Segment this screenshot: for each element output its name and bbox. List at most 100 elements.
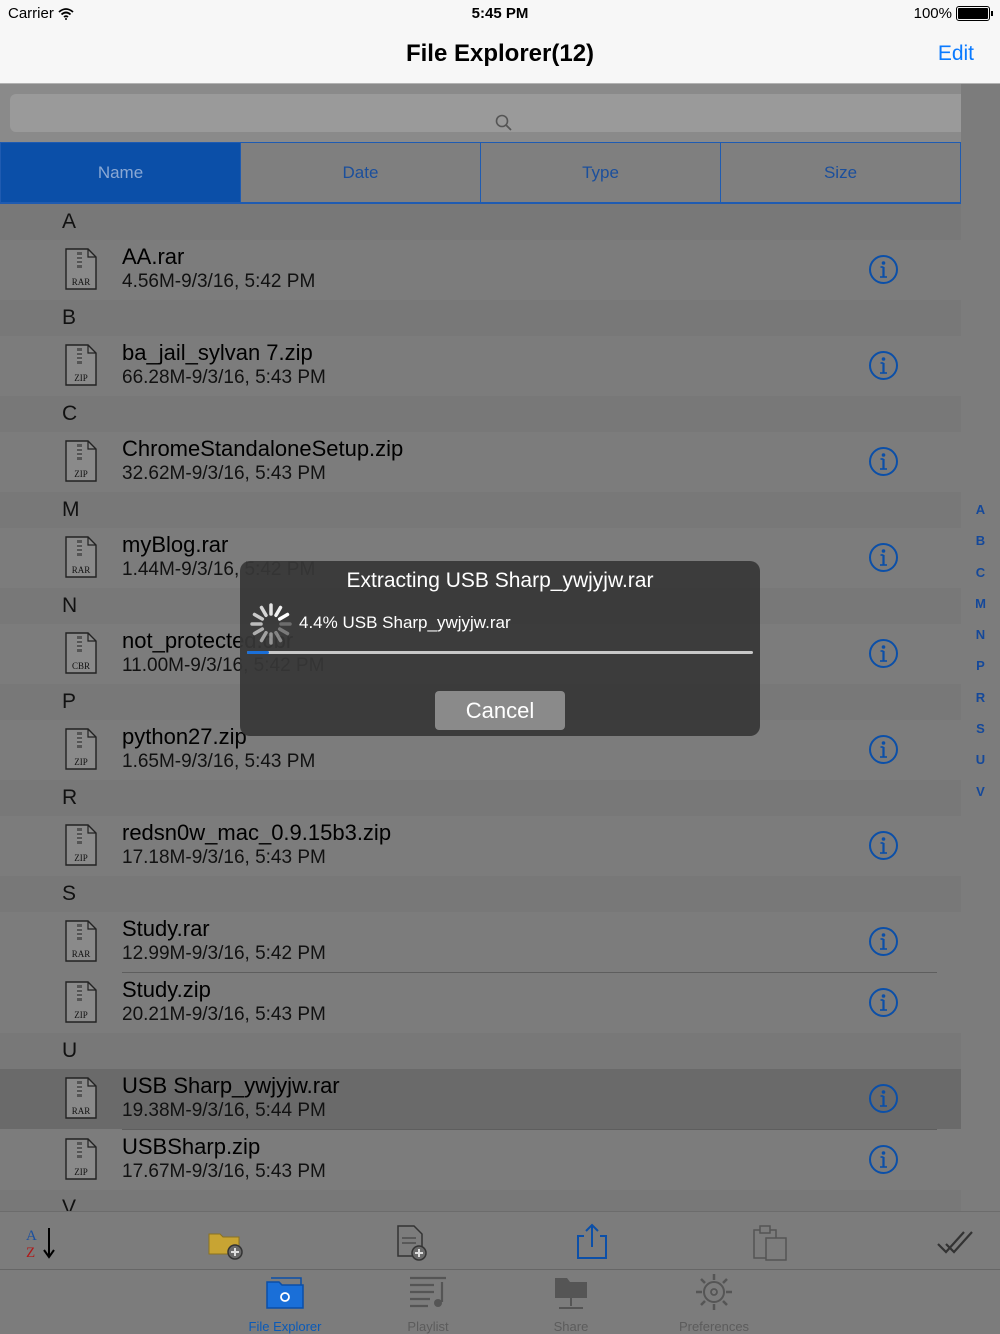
search-input[interactable] (10, 94, 988, 132)
file-row[interactable]: RAR Study.rar 12.99M-9/3/16, 5:42 PM (0, 912, 961, 972)
tab-file-explorer[interactable]: File Explorer (230, 1272, 340, 1334)
info-icon[interactable] (868, 350, 899, 381)
search-icon (495, 114, 512, 131)
progress-bar (247, 651, 753, 654)
index-letter[interactable]: S (976, 721, 985, 752)
info-icon[interactable] (868, 542, 899, 573)
new-folder-icon[interactable] (206, 1222, 246, 1262)
file-name: USBSharp.zip (122, 1134, 261, 1159)
tab-bar: File Explorer Playlist Share Preferences (0, 1269, 1000, 1334)
section-header: R (0, 780, 961, 816)
svg-text:RAR: RAR (72, 1106, 91, 1116)
info-icon[interactable] (868, 734, 899, 765)
file-meta: 4.56M-9/3/16, 5:42 PM (122, 271, 316, 292)
file-meta: 66.28M-9/3/16, 5:43 PM (122, 367, 326, 388)
index-letter[interactable]: V (976, 784, 985, 815)
zip-file-icon: ZIP (64, 344, 98, 386)
file-name: ba_jail_sylvan 7.zip (122, 340, 313, 365)
select-all-icon[interactable] (934, 1222, 974, 1262)
zip-file-icon: ZIP (64, 981, 98, 1023)
file-row[interactable]: ZIP ChromeStandaloneSetup.zip 32.62M-9/3/1… (0, 432, 961, 492)
playlist-icon (406, 1272, 450, 1317)
svg-text:Z: Z (26, 1245, 35, 1261)
info-icon[interactable] (868, 1144, 899, 1175)
tab-playlist[interactable]: Playlist (373, 1272, 483, 1334)
svg-text:ZIP: ZIP (74, 1167, 88, 1177)
progress-bar-fill (247, 651, 270, 654)
share-upload-icon[interactable] (572, 1222, 612, 1262)
sort-segment-type[interactable]: Type (481, 142, 721, 203)
file-row[interactable]: ZIP redsn0w_mac_0.9.15b3.zip 17.18M-9/3/16… (0, 816, 961, 876)
index-letter[interactable]: R (976, 690, 985, 721)
paste-icon[interactable] (750, 1222, 790, 1262)
sort-segment-name[interactable]: Name (0, 142, 241, 203)
index-letter[interactable]: B (976, 533, 985, 564)
file-row[interactable]: ZIP Study.zip 20.21M-9/3/16, 5:43 PM (0, 973, 961, 1033)
info-icon[interactable] (868, 987, 899, 1018)
info-icon[interactable] (868, 830, 899, 861)
file-row[interactable]: ZIP USBSharp.zip 17.67M-9/3/16, 5:43 PM (0, 1130, 961, 1190)
svg-text:RAR: RAR (72, 949, 91, 959)
index-letter[interactable]: M (975, 596, 986, 627)
file-name: AA.rar (122, 244, 185, 269)
svg-text:CBR: CBR (72, 661, 90, 671)
search-bar (0, 84, 988, 142)
sort-segment-size[interactable]: Size (721, 142, 961, 203)
svg-text:ZIP: ZIP (74, 853, 88, 863)
index-letter[interactable]: C (976, 565, 985, 596)
sort-segment-date[interactable]: Date (241, 142, 481, 203)
tab-label: Preferences (678, 1319, 750, 1334)
section-header: A (0, 204, 961, 240)
tab-label: Share (553, 1319, 589, 1334)
file-row[interactable]: ZIP ba_jail_sylvan 7.zip 66.28M-9/3/16, 5:… (0, 336, 961, 396)
tab-label: Playlist (407, 1319, 449, 1334)
nav-bar: File Explorer(12) Edit (0, 28, 1000, 84)
file-row[interactable]: RAR AA.rar 4.56M-9/3/16, 5:42 PM (0, 240, 961, 300)
status-bar: Carrier 5:45 PM 100% (0, 0, 1000, 28)
file-name: Study.rar (122, 916, 210, 941)
extracting-dialog: Extracting USB Sharp_ywjyjw.rar 4.4% USB… (240, 561, 760, 736)
status-time: 5:45 PM (471, 5, 529, 22)
info-icon[interactable] (868, 446, 899, 477)
info-icon[interactable] (868, 638, 899, 669)
file-name: python27.zip (122, 724, 247, 749)
zip-file-icon: ZIP (64, 440, 98, 482)
tab-share[interactable]: Share (516, 1272, 626, 1334)
new-file-icon[interactable] (392, 1222, 432, 1262)
file-meta: 17.18M-9/3/16, 5:43 PM (122, 847, 326, 868)
gear-icon (692, 1272, 736, 1317)
svg-text:RAR: RAR (72, 277, 91, 287)
svg-text:ZIP: ZIP (74, 469, 88, 479)
zip-file-icon: ZIP (64, 1138, 98, 1180)
svg-text:ZIP: ZIP (74, 373, 88, 383)
file-row[interactable]: RAR USB Sharp_ywjyjw.rar 19.38M-9/3/16, 5:… (0, 1069, 961, 1129)
svg-text:ZIP: ZIP (74, 1010, 88, 1020)
index-letter[interactable]: P (976, 658, 985, 689)
index-letter[interactable]: U (976, 752, 985, 783)
rar-file-icon: RAR (64, 1077, 98, 1119)
section-header: V (0, 1190, 961, 1211)
tab-preferences[interactable]: Preferences (659, 1272, 769, 1334)
battery-icon (956, 6, 993, 21)
page-title: File Explorer(12) (405, 40, 595, 67)
edit-button[interactable]: Edit (938, 42, 974, 66)
info-icon[interactable] (868, 1083, 899, 1114)
folder-gear-icon (263, 1272, 307, 1317)
cancel-button[interactable]: Cancel (435, 691, 565, 730)
section-header: M (0, 492, 961, 528)
tab-label: File Explorer (248, 1319, 322, 1334)
file-name: ChromeStandaloneSetup.zip (122, 436, 404, 461)
file-name: Study.zip (122, 977, 211, 1002)
rar-file-icon: RAR (64, 920, 98, 962)
cbr-file-icon: CBR (64, 632, 98, 674)
sort-az-icon[interactable]: A Z (22, 1222, 62, 1262)
index-letter[interactable]: N (976, 627, 985, 658)
file-name: myBlog.rar (122, 532, 229, 557)
file-meta: 17.67M-9/3/16, 5:43 PM (122, 1161, 326, 1182)
info-icon[interactable] (868, 926, 899, 957)
file-meta: 32.62M-9/3/16, 5:43 PM (122, 463, 326, 484)
info-icon[interactable] (868, 254, 899, 285)
index-letter[interactable]: A (976, 502, 985, 533)
section-index[interactable]: ABCMNPRSUV (961, 84, 1000, 1211)
file-meta: 19.38M-9/3/16, 5:44 PM (122, 1100, 326, 1121)
